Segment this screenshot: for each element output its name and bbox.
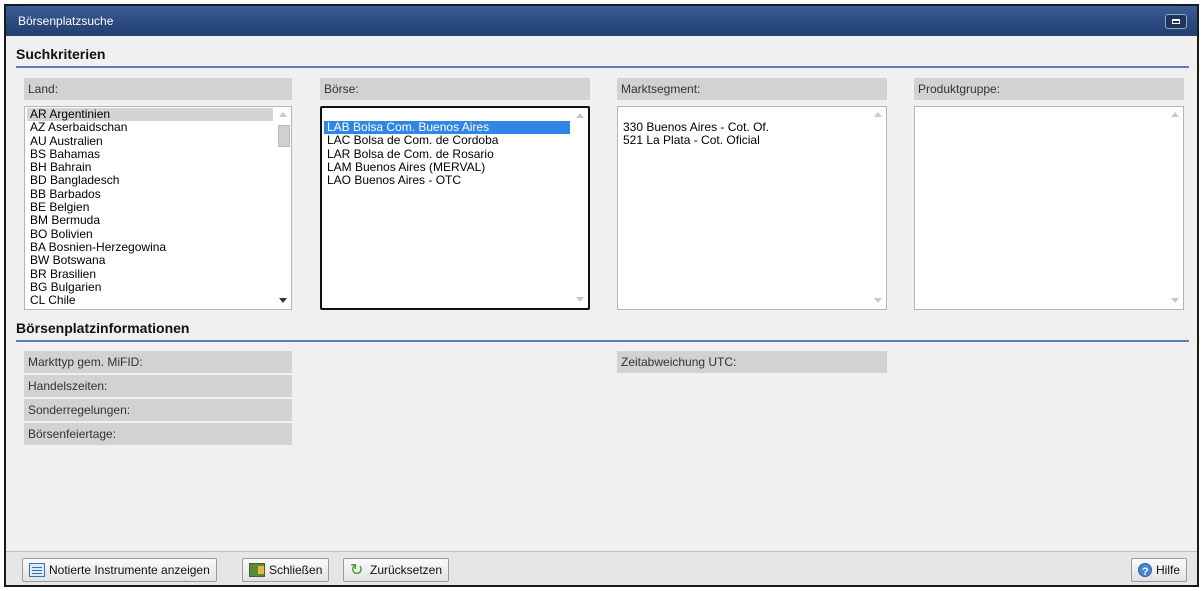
reset-arrow-icon xyxy=(350,559,366,581)
boerse-scrollbar[interactable] xyxy=(572,108,588,308)
boersenplatzsuche-window: Börsenplatzsuche Suchkriterien Land: Bör… xyxy=(4,4,1199,587)
list-item[interactable]: LAM Buenos Aires (MERVAL) xyxy=(324,160,570,174)
show-instruments-button[interactable]: Notierte Instrumente anzeigen xyxy=(22,558,217,582)
maximize-button[interactable] xyxy=(1165,14,1187,29)
produktgruppe-scrollbar[interactable] xyxy=(1167,107,1183,309)
produktgruppe-listbox[interactable] xyxy=(914,106,1184,310)
list-item[interactable]: 330 Buenos Aires - Cot. Of. xyxy=(620,120,868,134)
list-item[interactable]: LAO Buenos Aires - OTC xyxy=(324,173,570,187)
boersenfeiertage-label: Börsenfeiertage: xyxy=(24,423,292,445)
search-criteria-heading: Suchkriterien xyxy=(16,46,1189,68)
list-item[interactable]: LAB Bolsa Com. Buenos Aires xyxy=(324,120,570,135)
sonderregelungen-label: Sonderregelungen: xyxy=(24,399,292,421)
boerse-listbox[interactable]: LAB Bolsa Com. Buenos Aires LAC Bolsa de … xyxy=(320,106,590,310)
land-label: Land: xyxy=(24,78,292,100)
list-item[interactable]: 521 La Plata - Cot. Oficial xyxy=(620,133,868,147)
scroll-down-icon[interactable] xyxy=(1171,298,1179,303)
marktsegment-listbox[interactable]: 330 Buenos Aires - Cot. Of. 521 La Plata … xyxy=(617,106,887,310)
scroll-up-icon[interactable] xyxy=(874,112,882,117)
button-bar: Notierte Instrumente anzeigen Schließen … xyxy=(6,551,1197,585)
boerse-label: Börse: xyxy=(320,78,590,100)
list-item[interactable]: LAC Bolsa de Com. de Cordoba xyxy=(324,133,570,147)
list-item[interactable]: LAR Bolsa de Com. de Rosario xyxy=(324,147,570,161)
markttyp-label: Markttyp gem. MiFID: xyxy=(24,351,292,373)
list-item[interactable]: BD Bangladesch xyxy=(27,174,273,188)
exit-door-icon xyxy=(249,563,265,577)
produktgruppe-label: Produktgruppe: xyxy=(914,78,1184,100)
list-item[interactable]: BE Belgien xyxy=(27,200,273,214)
show-instruments-label: Notierte Instrumente anzeigen xyxy=(49,563,210,577)
close-label: Schließen xyxy=(269,563,323,577)
scroll-up-icon[interactable] xyxy=(1171,112,1179,117)
reset-label: Zurücksetzen xyxy=(370,563,443,577)
scroll-down-icon[interactable] xyxy=(576,297,584,302)
reset-button[interactable]: Zurücksetzen xyxy=(343,558,450,582)
help-button[interactable]: Hilfe xyxy=(1130,558,1187,583)
scroll-up-icon[interactable] xyxy=(576,113,584,118)
list-item[interactable]: BB Barbados xyxy=(27,187,273,201)
close-button[interactable]: Schließen xyxy=(242,558,330,582)
list-item[interactable]: BS Bahamas xyxy=(27,147,273,161)
list-item[interactable]: BM Bermuda xyxy=(27,214,273,228)
list-item[interactable]: BW Botswana xyxy=(27,253,273,267)
search-criteria-title: Suchkriterien xyxy=(16,46,106,62)
exchange-info-heading: Börsenplatzinformationen xyxy=(16,320,1189,342)
land-scrollbar[interactable] xyxy=(275,107,291,309)
list-item[interactable]: BH Bahrain xyxy=(27,160,273,174)
list-icon xyxy=(29,563,45,577)
list-item[interactable]: AZ Aserbaidschan xyxy=(27,120,273,134)
marktsegment-label: Marktsegment: xyxy=(617,78,887,100)
list-item[interactable]: CL Chile xyxy=(27,293,273,307)
list-item[interactable]: BR Brasilien xyxy=(27,267,273,281)
exchange-info-title: Börsenplatzinformationen xyxy=(16,320,190,336)
handelszeiten-label: Handelszeiten: xyxy=(24,375,292,397)
scroll-up-icon[interactable] xyxy=(279,112,287,117)
scroll-down-icon[interactable] xyxy=(279,298,287,303)
help-icon xyxy=(1137,561,1152,583)
land-listbox[interactable]: AR Argentinien AZ Aserbaidschan AU Austral… xyxy=(24,106,292,310)
scroll-down-icon[interactable] xyxy=(874,298,882,303)
list-item[interactable]: BG Bulgarien xyxy=(27,280,273,294)
list-item[interactable]: AR Argentinien xyxy=(27,107,273,122)
list-item[interactable]: BO Bolivien xyxy=(27,227,273,241)
list-item[interactable]: BA Bosnien-Herzegowina xyxy=(27,240,273,254)
window-title: Börsenplatzsuche xyxy=(18,14,114,28)
zeitabweichung-label: Zeitabweichung UTC: xyxy=(617,351,887,373)
list-item[interactable]: AU Australien xyxy=(27,134,273,148)
scroll-thumb[interactable] xyxy=(278,125,290,147)
title-bar: Börsenplatzsuche xyxy=(6,6,1197,36)
help-label: Hilfe xyxy=(1155,563,1180,577)
window-icon xyxy=(1172,19,1180,24)
marktsegment-scrollbar[interactable] xyxy=(870,107,886,309)
